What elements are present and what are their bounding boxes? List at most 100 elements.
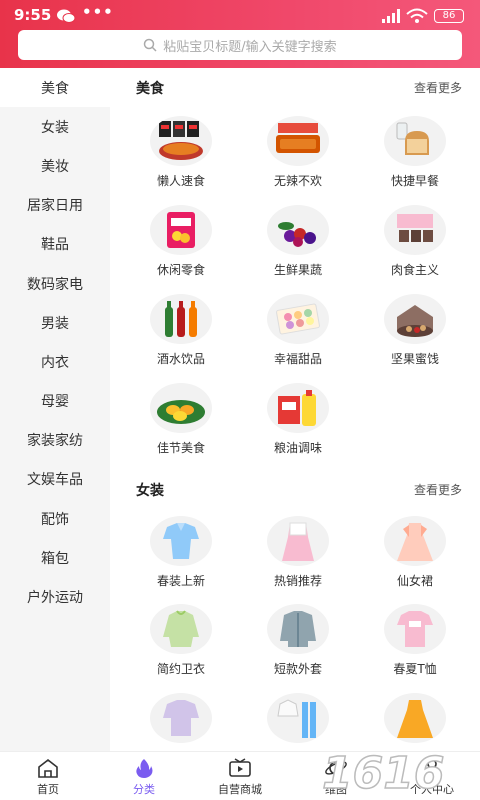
- category-label: 坚果蜜饯: [390, 352, 439, 366]
- nav-label: 维图: [325, 783, 347, 796]
- blouse-image: [150, 693, 212, 743]
- grain-oil-image: [267, 383, 329, 433]
- nav-category[interactable]: 分类: [96, 752, 192, 800]
- spring-new-image: [150, 516, 212, 566]
- search-icon: [144, 38, 157, 52]
- category-label: 春装上新: [156, 574, 205, 588]
- section-header-womens-wear: 女装 查看更多: [136, 480, 462, 500]
- nav-label: 分类: [133, 783, 155, 796]
- category-cell[interactable]: 短款外套: [243, 604, 353, 684]
- category-cell[interactable]: 酒水饮品: [126, 294, 236, 374]
- breakfast-image: [384, 116, 446, 166]
- category-sidebar: 美食 女装 美妆 居家日用 鞋品 数码家电 男装 内衣 母婴 家装家纺 文娱车品…: [0, 68, 110, 751]
- home-icon: [38, 758, 58, 778]
- sidebar-item-digital[interactable]: 数码家电: [0, 264, 110, 303]
- see-more-link[interactable]: 查看更多: [414, 481, 462, 498]
- festival-food-image: [150, 383, 212, 433]
- category-cell[interactable]: [126, 693, 236, 751]
- category-label: 热销推荐: [273, 574, 322, 588]
- status-time: 9:55: [14, 6, 52, 24]
- sidebar-item-outdoor[interactable]: 户外运动: [0, 577, 110, 616]
- category-cell[interactable]: 肉食主义: [360, 205, 470, 285]
- category-label: 佳节美食: [156, 441, 205, 455]
- category-cell[interactable]: 粮油调味: [243, 383, 353, 463]
- sidebar-item-food[interactable]: 美食: [0, 68, 110, 108]
- category-cell[interactable]: 仙女裙: [360, 516, 470, 596]
- category-label: 短款外套: [273, 662, 322, 676]
- category-cell[interactable]: 无辣不欢: [243, 116, 353, 196]
- orange-dress-image: [384, 693, 446, 743]
- hoodie-image: [150, 604, 212, 654]
- sidebar-item-bags[interactable]: 箱包: [0, 538, 110, 577]
- spicy-food-image: [267, 116, 329, 166]
- section-title: 女装: [136, 483, 164, 499]
- hot-sale-image: [267, 516, 329, 566]
- nav-profile[interactable]: 个人中心: [384, 752, 480, 800]
- nav-weitu[interactable]: 维图: [288, 752, 384, 800]
- sidebar-item-baby[interactable]: 母婴: [0, 382, 110, 421]
- nav-label: 首页: [37, 783, 59, 796]
- sidebar-item-entertainment-car[interactable]: 文娱车品: [0, 460, 110, 499]
- nav-mall[interactable]: 自营商城: [192, 752, 288, 800]
- short-jacket-image: [267, 604, 329, 654]
- category-cell[interactable]: [243, 693, 353, 751]
- outfit-set-image: [267, 693, 329, 743]
- sidebar-item-makeup[interactable]: 美妆: [0, 146, 110, 185]
- search-placeholder: 粘贴宝贝标题/输入关键字搜索: [163, 39, 337, 55]
- notification-dots: •••: [82, 3, 114, 21]
- battery-icon: 86: [434, 9, 464, 23]
- bottom-navigation: 首页 分类 自营商城 维图 个人中心: [0, 751, 480, 800]
- section-title: 美食: [136, 81, 164, 97]
- category-label: 无辣不欢: [273, 174, 322, 188]
- search-input[interactable]: 粘贴宝贝标题/输入关键字搜索: [18, 30, 462, 60]
- category-cell[interactable]: 热销推荐: [243, 516, 353, 596]
- category-label: 快捷早餐: [390, 174, 439, 188]
- fresh-produce-image: [267, 205, 329, 255]
- sidebar-item-home-textile[interactable]: 家装家纺: [0, 421, 110, 460]
- category-cell[interactable]: 幸福甜品: [243, 294, 353, 374]
- nav-label: 个人中心: [410, 783, 454, 796]
- wifi-icon: [406, 8, 428, 23]
- sidebar-item-accessories[interactable]: 配饰: [0, 499, 110, 538]
- fairy-dress-image: [384, 516, 446, 566]
- category-label: 懒人速食: [156, 174, 205, 188]
- sidebar-item-mens-wear[interactable]: 男装: [0, 303, 110, 342]
- category-label: 肉食主义: [390, 263, 439, 277]
- sidebar-item-womens-wear[interactable]: 女装: [0, 107, 110, 146]
- category-label: 酒水饮品: [156, 352, 205, 366]
- category-cell[interactable]: 生鲜果蔬: [243, 205, 353, 285]
- category-cell[interactable]: 快捷早餐: [360, 116, 470, 196]
- category-label: 春夏T恤: [393, 662, 437, 676]
- category-cell[interactable]: [360, 693, 470, 751]
- status-bar: 9:55 ••• 86: [0, 0, 480, 30]
- category-label: 生鲜果蔬: [273, 263, 322, 277]
- tv-play-icon: [229, 758, 251, 777]
- category-cell[interactable]: 春装上新: [126, 516, 236, 596]
- signal-icon: [382, 9, 400, 23]
- flame-icon: [136, 759, 153, 778]
- see-more-link[interactable]: 查看更多: [414, 79, 462, 96]
- category-cell[interactable]: 坚果蜜饯: [360, 294, 470, 374]
- category-cell[interactable]: 懒人速食: [126, 116, 236, 196]
- sidebar-item-underwear[interactable]: 内衣: [0, 342, 110, 381]
- wechat-icon: [57, 9, 76, 23]
- category-label: 仙女裙: [396, 574, 433, 588]
- snacks-image: [150, 205, 212, 255]
- category-content: 美食 查看更多 懒人速食 无辣不欢 快捷早餐 休闲零食 生鲜果蔬 肉食主义 酒水…: [110, 68, 480, 751]
- sidebar-item-household[interactable]: 居家日用: [0, 186, 110, 225]
- category-cell[interactable]: 休闲零食: [126, 205, 236, 285]
- category-cell[interactable]: 春夏T恤: [360, 604, 470, 684]
- dessert-image: [267, 294, 329, 344]
- category-label: 休闲零食: [156, 263, 205, 277]
- nav-home[interactable]: 首页: [0, 752, 96, 800]
- sidebar-item-shoes[interactable]: 鞋品: [0, 225, 110, 264]
- user-icon: [423, 759, 441, 778]
- category-cell[interactable]: 佳节美食: [126, 383, 236, 463]
- category-label: 幸福甜品: [273, 352, 322, 366]
- category-label: 粮油调味: [273, 441, 322, 455]
- tshirt-image: [384, 604, 446, 654]
- category-label: 简约卫衣: [156, 662, 205, 676]
- drinks-image: [150, 294, 212, 344]
- instant-food-image: [150, 116, 212, 166]
- category-cell[interactable]: 简约卫衣: [126, 604, 236, 684]
